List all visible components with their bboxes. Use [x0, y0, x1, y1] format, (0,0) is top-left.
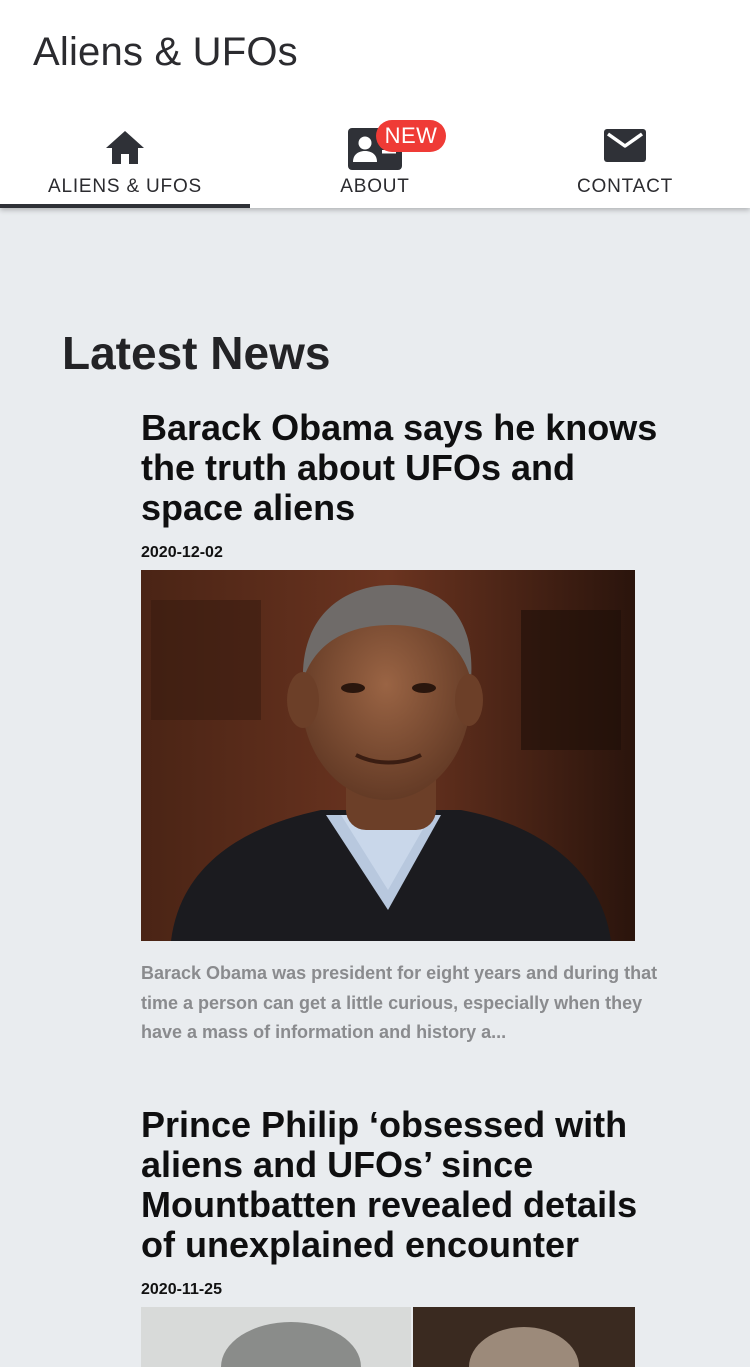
article-card[interactable]: Prince Philip ‘obsessed with aliens and … [141, 1105, 681, 1367]
section-title: Latest News [62, 327, 331, 379]
article-title[interactable]: Prince Philip ‘obsessed with aliens and … [141, 1105, 681, 1265]
home-icon [105, 128, 145, 168]
active-tab-indicator [0, 204, 250, 208]
article-date: 2020-12-02 [141, 544, 223, 561]
article-photo[interactable] [141, 570, 635, 941]
tab-label: ABOUT [340, 176, 410, 197]
article-excerpt: Barack Obama was president for eight yea… [141, 963, 658, 1042]
app-bar: Aliens & UFOs ALIENS & UFOS ABOUT CONTAC… [0, 0, 750, 208]
article-card[interactable]: Barack Obama says he knows the truth abo… [141, 408, 681, 1048]
tab-label: ALIENS & UFOS [48, 176, 202, 197]
tab-aliens-ufos[interactable]: ALIENS & UFOS [0, 110, 250, 208]
tab-bar: ALIENS & UFOS ABOUT CONTACT [0, 110, 750, 208]
app-title: Aliens & UFOs [33, 30, 298, 74]
article-photo[interactable] [141, 1307, 635, 1367]
article-title[interactable]: Barack Obama says he knows the truth abo… [141, 408, 681, 528]
tab-label: CONTACT [576, 176, 674, 197]
new-badge: NEW [376, 120, 446, 152]
article-date: 2020-11-25 [141, 1281, 222, 1298]
tab-about[interactable]: ABOUT [250, 110, 500, 208]
tab-contact[interactable]: CONTACT [500, 110, 750, 208]
mail-icon [604, 128, 646, 168]
